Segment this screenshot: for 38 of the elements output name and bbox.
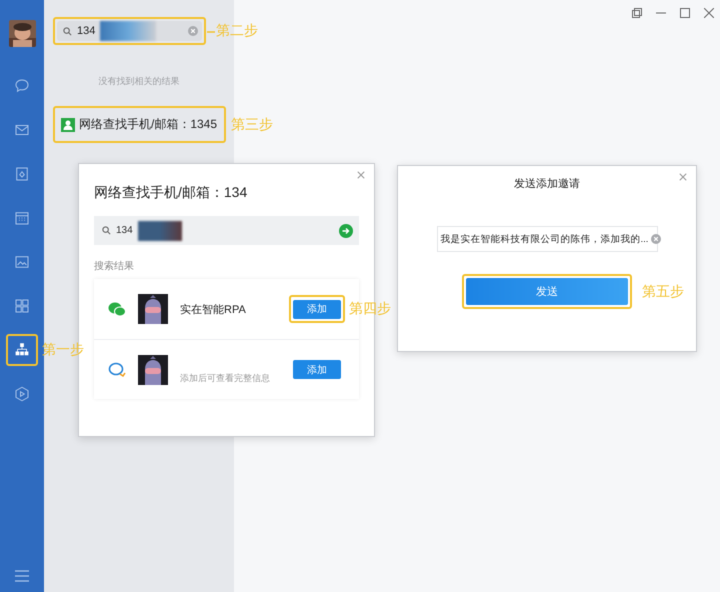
hint-text: 添加后可查看完整信息 [180,372,271,385]
step-label: 第五步 [642,282,684,300]
empty-message: 没有找到相关的结果 [98,75,180,88]
redaction-blur [100,21,156,41]
maximize-icon[interactable] [680,8,690,18]
chat-bubbles-icon [108,302,126,316]
clear-icon[interactable] [188,26,198,36]
network-search-item[interactable]: 网络查找手机/邮箱：1345 [57,110,222,139]
contact-name: 实在智能RPA [180,302,247,316]
redaction-blur [138,220,182,240]
window-icon[interactable] [632,8,642,18]
search-value: 134 [77,25,96,37]
search-field[interactable]: 134 [57,21,202,41]
contact-icon [61,118,75,132]
avatar-icon [138,294,168,324]
search-field[interactable]: 134 [94,216,359,245]
avatar-icon [138,354,168,384]
close-icon[interactable] [679,173,687,181]
step-label: 第二步 [216,22,258,40]
section-label: 搜索结果 [94,260,135,273]
hexagon-play-icon [13,385,31,403]
step-label: 第三步 [231,116,273,134]
step-label: 第四步 [349,300,391,318]
dialog-title: 网络查找手机/邮箱：134 [94,184,248,202]
chat-icon [13,77,31,95]
menu-icon[interactable] [15,570,29,582]
grid-icon [13,297,31,315]
add-button[interactable]: 添加 [293,360,341,380]
chat-bubble-icon [108,362,126,378]
message-text: 我是实在智能科技有限公司的陈伟，添加我的... [440,232,648,246]
search-icon [63,26,72,36]
search-value: 134 [116,225,133,236]
add-button[interactable]: 添加 [293,300,341,319]
close-icon[interactable] [704,8,714,18]
close-icon[interactable] [357,171,365,179]
clear-icon[interactable] [651,234,662,244]
search-icon [102,226,111,235]
dialog-title: 发送添加邀请 [514,177,580,191]
